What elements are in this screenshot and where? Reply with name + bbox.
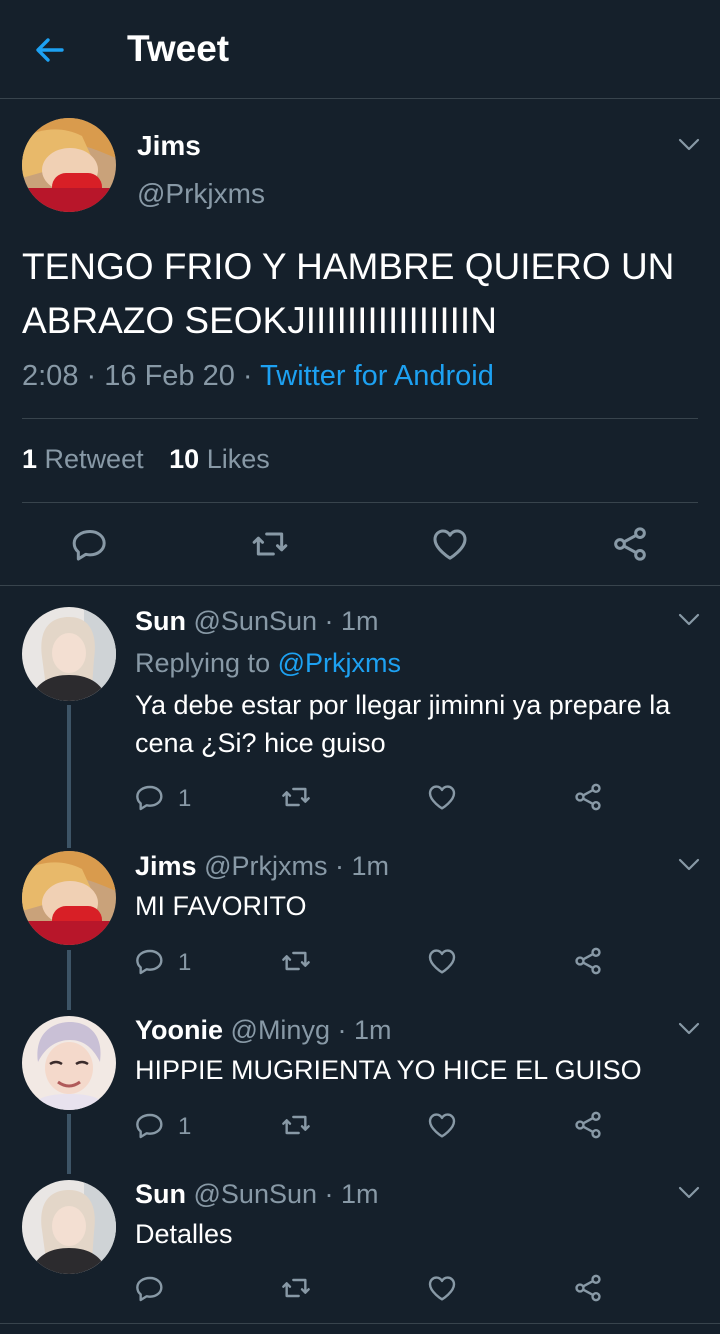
heart-icon[interactable] [426, 1109, 458, 1141]
reply-icon[interactable] [70, 524, 110, 564]
chevron-down-icon[interactable] [678, 858, 700, 872]
retweet-icon[interactable] [280, 1272, 312, 1304]
avatar[interactable] [22, 1016, 116, 1110]
heart-icon[interactable] [426, 781, 458, 813]
thread-line [67, 950, 71, 1010]
tweet-time: 2:08 [22, 360, 79, 392]
reply-header[interactable]: Jims @Prkjxms · 1m [135, 851, 389, 882]
tweet-text: TENGO FRIO Y HAMBRE QUIERO UN ABRAZO SEO… [22, 246, 675, 341]
reply-count: 1 [178, 949, 192, 976]
reply-icon[interactable] [134, 781, 166, 813]
reply-icon[interactable] [134, 945, 166, 977]
avatar-image [22, 118, 116, 212]
reply-text: Ya debe estar por llegar jiminni ya prep… [135, 690, 671, 758]
reply-count: 1 [178, 785, 192, 812]
chevron-down-icon[interactable] [678, 613, 700, 627]
retweet-icon[interactable] [280, 781, 312, 813]
likes-stat[interactable]: 10 Likes [169, 444, 270, 474]
author-name[interactable]: Jims [137, 130, 201, 162]
reply-text: HIPPIE MUGRIENTA YO HICE EL GUISO [135, 1055, 642, 1085]
top-bar: Tweet [0, 0, 720, 99]
tweet-stats: 1 Retweet 10 Likes [22, 444, 270, 475]
divider [0, 585, 720, 586]
divider [22, 502, 698, 503]
tweet-date: 16 Feb 20 [104, 360, 235, 392]
share-icon[interactable] [572, 1272, 604, 1304]
avatar[interactable] [22, 851, 116, 945]
reply-header[interactable]: Sun @SunSun · 1m [135, 1179, 379, 1210]
page-title: Tweet [127, 28, 230, 69]
reply-icon[interactable] [134, 1272, 166, 1304]
retweet-icon[interactable] [280, 945, 312, 977]
avatar[interactable] [22, 607, 116, 701]
arrow-left-icon [36, 38, 64, 62]
heart-icon[interactable] [426, 945, 458, 977]
share-icon[interactable] [572, 945, 604, 977]
separator: · [86, 360, 97, 392]
tweet-meta: 2:08 · 16 Feb 20 · Twitter for Android [22, 360, 494, 393]
reply-text: MI FAVORITO [135, 891, 307, 921]
mention-link[interactable]: @Prkjxms [278, 648, 401, 678]
replying-to: Replying to @Prkjxms [135, 648, 402, 678]
retweets-stat[interactable]: 1 Retweet [22, 444, 144, 474]
reply-header[interactable]: Yoonie @Minyg · 1m [135, 1015, 391, 1046]
reply-count: 1 [178, 1113, 192, 1140]
author-handle[interactable]: @Prkjxms [137, 178, 265, 210]
avatar[interactable] [22, 118, 116, 212]
chevron-down-icon[interactable] [678, 1022, 700, 1036]
heart-icon[interactable] [430, 524, 470, 564]
reply-header[interactable]: Sun @SunSun · 1m [135, 606, 379, 637]
reply-text: Detalles [135, 1219, 233, 1249]
back-button[interactable] [30, 30, 70, 70]
retweet-icon[interactable] [250, 524, 290, 564]
chevron-down-icon[interactable] [678, 1186, 700, 1200]
separator: · [242, 360, 253, 392]
avatar[interactable] [22, 1180, 116, 1274]
thread-line [67, 705, 71, 848]
reply-icon[interactable] [134, 1109, 166, 1141]
retweet-icon[interactable] [280, 1109, 312, 1141]
share-icon[interactable] [572, 781, 604, 813]
source-link[interactable]: Twitter for Android [260, 360, 494, 392]
divider [0, 1323, 720, 1324]
chevron-down-icon[interactable] [678, 138, 700, 152]
share-icon[interactable] [610, 524, 650, 564]
share-icon[interactable] [572, 1109, 604, 1141]
thread-line [67, 1114, 71, 1174]
heart-icon[interactable] [426, 1272, 458, 1304]
divider [22, 418, 698, 419]
